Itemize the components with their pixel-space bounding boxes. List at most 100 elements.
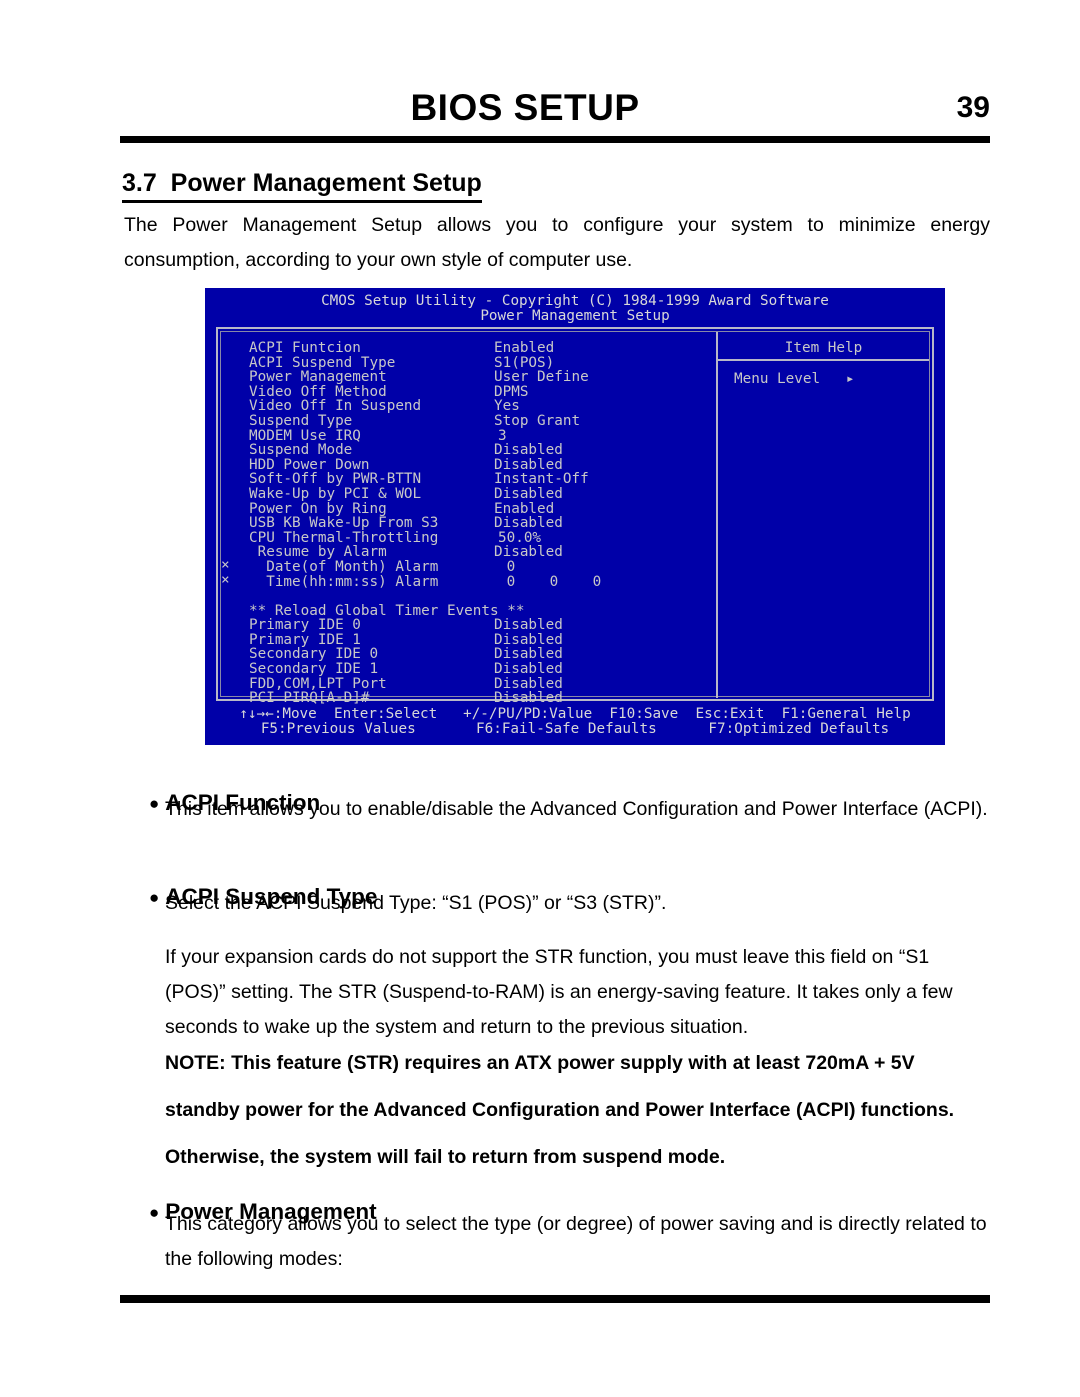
bios-setting-row[interactable]: Resume by Alarm Disabled — [227, 545, 707, 560]
bios-setting-value[interactable]: 0 — [498, 560, 516, 575]
bios-menu-level-label: Menu Level ▸ — [734, 371, 855, 387]
bios-setting-value[interactable]: 0 0 0 — [498, 574, 602, 590]
bios-setting-label: Suspend Mode — [249, 442, 353, 459]
bios-setting-label: Secondary IDE 1 — [249, 661, 379, 678]
bios-inner-frame: ACPI Funtcion Enabled ACPI Suspend Type S1(… — [220, 331, 930, 705]
bios-setting-value[interactable]: DPMS — [494, 385, 528, 400]
bios-setting-value[interactable]: Disabled — [494, 618, 563, 633]
bios-setting-row[interactable]: Secondary IDE 0 Disabled — [227, 647, 707, 662]
bios-setting-label: CPU Thermal-Throttling — [249, 529, 439, 546]
bios-setting-label: PCI PIRQ[A-D]# — [249, 690, 370, 707]
bios-setting-label: Wake-Up by PCI & WOL — [249, 485, 422, 502]
bios-setting-label: Secondary IDE 0 — [249, 646, 379, 663]
bios-setting-label: ACPI Suspend Type — [249, 354, 396, 371]
bios-setting-row[interactable]: Wake-Up by PCI & WOL Disabled — [227, 487, 707, 502]
body-power-management: This category allows you to select the t… — [165, 1213, 987, 1270]
bios-key-legend-line-1: ↑↓→←:Move Enter:Select +/-/PU/PD:Value F… — [239, 706, 911, 722]
bios-setting-row[interactable]: Suspend Type Stop Grant — [227, 414, 707, 429]
bios-title: CMOS Setup Utility - Copyright (C) 1984-… — [321, 293, 829, 309]
bios-key-legend-line-2: F5:Previous Values F6:Fail-Safe Defaults… — [260, 721, 890, 737]
bios-setting-label: Primary IDE 1 — [249, 631, 361, 648]
bios-setting-row[interactable]: Primary IDE 1 Disabled — [227, 633, 707, 648]
bios-setting-label: Power Management — [249, 369, 387, 386]
bios-setting-row[interactable]: MODEM Use IRQ 3 — [227, 427, 707, 444]
bios-setting-label: FDD,COM,LPT Port — [249, 675, 387, 692]
bios-setting-row[interactable]: Video Off In Suspend Yes — [227, 399, 707, 414]
bios-setting-value[interactable]: User Define — [494, 370, 589, 385]
bios-setting-value[interactable]: Disabled — [494, 545, 563, 560]
bios-setting-row[interactable]: USB KB Wake-Up From S3 Disabled — [227, 516, 707, 531]
bios-screenshot: CMOS Setup Utility - Copyright (C) 1984-… — [205, 288, 945, 745]
bios-settings-list[interactable]: ACPI Funtcion Enabled ACPI Suspend Type S1(… — [227, 341, 707, 706]
bios-setting-value[interactable]: Disabled — [494, 458, 563, 473]
bios-setting-value[interactable]: Disabled — [494, 443, 563, 458]
bios-item-help-title: Item Help — [784, 340, 863, 356]
bios-item-help-separator — [718, 359, 929, 361]
page-number: 39 — [956, 91, 990, 124]
bios-row-disabled-marker: × — [221, 571, 230, 588]
bios-setting-label: Date(of Month) Alarm — [249, 558, 439, 575]
bios-item-help-panel: Item Help Menu Level ▸ — [718, 332, 929, 698]
bios-setting-value[interactable]: S1(POS) — [494, 355, 554, 371]
bios-setting-label: HDD Power Down — [249, 456, 370, 473]
bios-setting-row[interactable]: CPU Thermal-Throttling 50.0% — [227, 531, 707, 546]
bios-setting-value[interactable]: Disabled — [494, 691, 563, 706]
running-head: BIOS SETUP 39 — [120, 86, 990, 134]
bios-main-frame: ACPI Funtcion Enabled ACPI Suspend Type S1(… — [216, 327, 934, 705]
bios-setting-row[interactable]: PCI PIRQ[A-D]# Disabled — [227, 691, 707, 706]
bios-setting-value[interactable]: Enabled — [494, 501, 554, 517]
bios-setting-label: Soft-Off by PWR-BTTN — [249, 471, 422, 488]
bios-setting-row[interactable]: HDD Power Down Disabled — [227, 458, 707, 473]
note-line-2: standby power for the Advanced Configura… — [165, 1099, 955, 1121]
bios-setting-row[interactable]: Power On by Ring Enabled — [227, 500, 707, 517]
bios-setting-label: ACPI Funtcion — [249, 340, 361, 356]
bios-setting-value[interactable]: Disabled — [494, 677, 563, 692]
bios-setting-value[interactable]: 3 — [498, 428, 507, 444]
bios-setting-label: Primary IDE 0 — [249, 617, 361, 634]
bios-setting-label: Power On by Ring — [249, 500, 387, 517]
page-title: BIOS SETUP — [410, 87, 640, 128]
bios-subtitle: Power Management Setup — [480, 308, 670, 324]
bios-setting-row[interactable]: ACPI Funtcion Enabled — [227, 341, 707, 356]
bios-setting-row[interactable]: Secondary IDE 1 Disabled — [227, 662, 707, 677]
bios-setting-value[interactable]: Disabled — [494, 487, 563, 502]
note-line-1: NOTE: This feature (STR) requires an ATX… — [165, 1052, 915, 1074]
body-acpi-function: This item allows you to enable/disable t… — [165, 798, 988, 820]
bios-setting-value[interactable]: Disabled — [494, 647, 563, 662]
bios-setting-row — [227, 589, 707, 604]
body-acpi-suspend-type-1: Select the ACPI Suspend Type: “S1 (POS)”… — [165, 892, 667, 914]
bios-setting-label: Time(hh:mm:ss) Alarm — [249, 573, 439, 590]
bios-setting-label: USB KB Wake-Up From S3 — [249, 515, 439, 532]
bios-setting-row[interactable]: ** Reload Global Timer Events ** — [227, 604, 707, 619]
bios-setting-row[interactable]: Date(of Month) Alarm 0 — [227, 560, 707, 575]
bios-setting-row[interactable]: Suspend Mode Disabled — [227, 443, 707, 458]
bios-setting-value[interactable]: Disabled — [494, 633, 563, 648]
bios-setting-row[interactable]: Power Management User Define — [227, 370, 707, 385]
intro-paragraph: The Power Management Setup allows you to… — [124, 214, 990, 271]
bios-setting-label: Video Off Method — [249, 383, 387, 400]
bullet-icon: ● — [149, 1203, 160, 1223]
bios-setting-row[interactable]: Video Off Method DPMS — [227, 385, 707, 400]
bullet-icon: ● — [149, 794, 160, 814]
bios-setting-value[interactable]: Instant-Off — [494, 472, 589, 487]
bios-setting-value[interactable]: Enabled — [494, 341, 554, 356]
bios-setting-row[interactable]: Primary IDE 0 Disabled — [227, 618, 707, 633]
bios-setting-label: ** Reload Global Timer Events ** — [249, 602, 525, 619]
body-acpi-suspend-type-2: If your expansion cards do not support t… — [165, 946, 953, 1038]
bios-setting-row[interactable]: ACPI Suspend Type S1(POS) — [227, 354, 707, 371]
bios-setting-value[interactable]: 50.0% — [498, 531, 541, 546]
bios-setting-row[interactable]: FDD,COM,LPT Port Disabled — [227, 677, 707, 692]
bios-setting-label: Suspend Type — [249, 412, 353, 429]
bios-setting-value[interactable]: Disabled — [494, 516, 563, 531]
bios-setting-value[interactable]: Disabled — [494, 662, 563, 677]
bios-setting-label: Resume by Alarm — [249, 544, 387, 561]
bios-setting-value[interactable]: Yes — [494, 399, 520, 414]
bios-setting-value[interactable]: Stop Grant — [494, 414, 580, 429]
bios-setting-row[interactable]: Time(hh:mm:ss) Alarm 0 0 0 — [227, 573, 707, 590]
bios-setting-row[interactable]: Soft-Off by PWR-BTTN Instant-Off — [227, 472, 707, 487]
bios-setting-label: MODEM Use IRQ — [249, 427, 361, 444]
bios-setting-label: Video Off In Suspend — [249, 398, 422, 415]
section-heading: 3.7 Power Management Setup — [122, 167, 482, 203]
bullet-icon: ● — [149, 888, 160, 908]
bios-row-disabled-marker: × — [221, 557, 230, 573]
